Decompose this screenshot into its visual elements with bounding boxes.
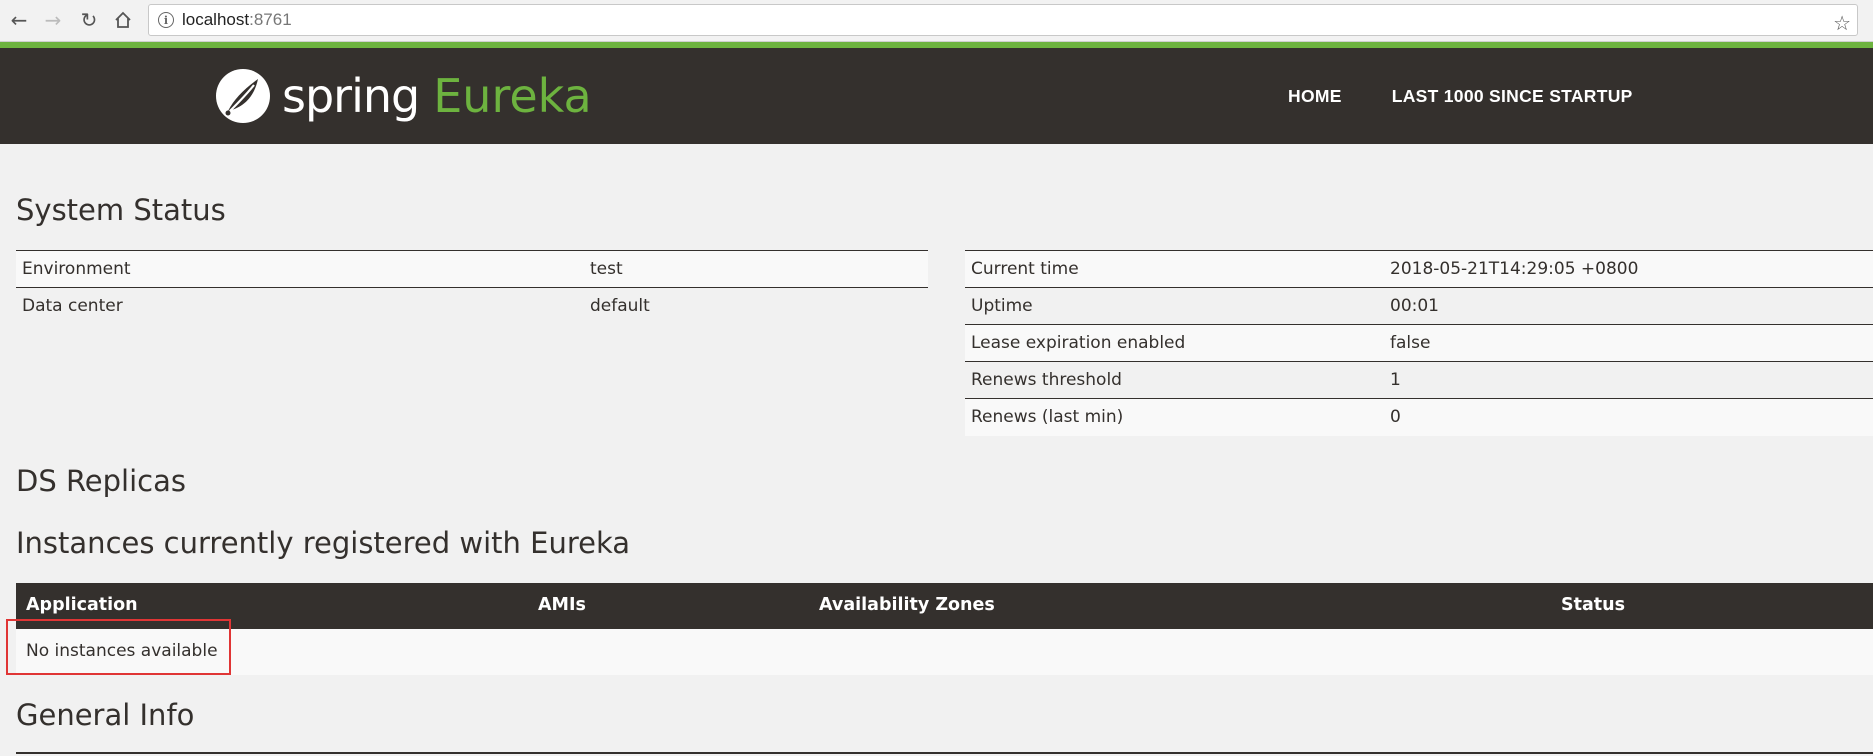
home-icon[interactable] xyxy=(110,7,136,33)
instances-table-header: Application AMIs Availability Zones Stat… xyxy=(16,583,1873,629)
status-value: 1 xyxy=(1384,361,1873,399)
table-row: Data center default xyxy=(16,287,928,325)
top-navigation: HOME LAST 1000 SINCE STARTUP xyxy=(1288,48,1683,144)
spring-leaf-icon xyxy=(216,69,270,123)
table-row: Lease expiration enabled false xyxy=(965,324,1873,362)
status-value: 00:01 xyxy=(1384,287,1873,325)
system-status-heading: System Status xyxy=(16,193,226,227)
status-label: Data center xyxy=(16,287,584,325)
column-header-status: Status xyxy=(1561,595,1626,615)
table-row: Renews (last min) 0 xyxy=(965,398,1873,436)
system-status-right-table: Current time 2018-05-21T14:29:05 +0800 U… xyxy=(965,250,1873,436)
forward-arrow-icon[interactable]: → xyxy=(40,7,66,33)
site-header: spring Eureka HOME LAST 1000 SINCE START… xyxy=(0,48,1873,144)
highlight-box xyxy=(6,619,231,675)
nav-home-link[interactable]: HOME xyxy=(1288,86,1342,107)
table-row: Renews threshold 1 xyxy=(965,361,1873,399)
status-value: default xyxy=(584,287,928,325)
nav-last-1000-link[interactable]: LAST 1000 SINCE STARTUP xyxy=(1392,86,1633,107)
status-label: Uptime xyxy=(965,287,1384,325)
instances-heading: Instances currently registered with Eure… xyxy=(16,526,631,560)
bookmark-star-icon[interactable]: ☆ xyxy=(1833,11,1851,36)
info-icon[interactable]: i xyxy=(158,12,174,28)
address-bar[interactable]: i localhost:8761 ☆ xyxy=(148,4,1858,36)
browser-toolbar: ← → ↻ i localhost:8761 ☆ xyxy=(0,0,1873,42)
status-label: Environment xyxy=(16,250,584,288)
column-header-availability-zones: Availability Zones xyxy=(819,595,995,615)
general-info-heading: General Info xyxy=(16,698,195,732)
ds-replicas-heading: DS Replicas xyxy=(16,464,186,498)
column-header-amis: AMIs xyxy=(538,595,586,615)
system-status-left-table: Environment test Data center default xyxy=(16,250,928,325)
status-label: Renews (last min) xyxy=(965,398,1384,436)
status-value: test xyxy=(584,250,928,288)
back-arrow-icon[interactable]: ← xyxy=(6,7,32,33)
url-port: :8761 xyxy=(249,10,292,29)
status-value: 0 xyxy=(1384,398,1873,436)
table-row: Current time 2018-05-21T14:29:05 +0800 xyxy=(965,250,1873,288)
column-header-application: Application xyxy=(26,595,138,615)
spring-eureka-logo[interactable]: spring Eureka xyxy=(214,64,592,128)
status-value: 2018-05-21T14:29:05 +0800 xyxy=(1384,250,1873,288)
status-label: Lease expiration enabled xyxy=(965,324,1384,362)
status-value: false xyxy=(1384,324,1873,362)
table-row: Uptime 00:01 xyxy=(965,287,1873,325)
status-label: Renews threshold xyxy=(965,361,1384,399)
url-host: localhost xyxy=(182,10,250,29)
table-divider xyxy=(16,752,1873,754)
logo-text-eureka: Eureka xyxy=(433,69,592,123)
status-label: Current time xyxy=(965,250,1384,288)
logo-text-spring: spring xyxy=(282,69,420,123)
table-row: No instances available xyxy=(16,629,1873,675)
reload-icon[interactable]: ↻ xyxy=(76,7,102,33)
table-row: Environment test xyxy=(16,250,928,288)
